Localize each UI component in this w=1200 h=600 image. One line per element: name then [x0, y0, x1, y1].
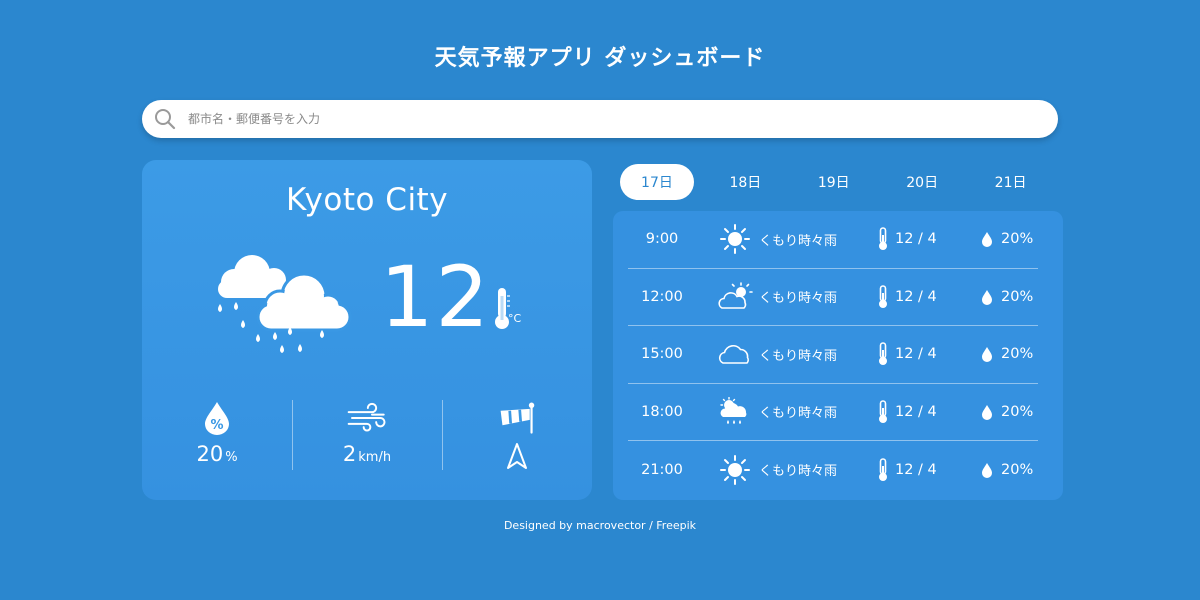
- forecast-rain-chance: 20%: [1001, 403, 1034, 420]
- navigation-arrow-icon: [506, 442, 528, 475]
- search-input[interactable]: [188, 104, 1028, 134]
- forecast-row: 12:00 くもり時々雨 12 / 4 20%: [628, 269, 1038, 326]
- humidity-stat: % 20%: [142, 400, 292, 472]
- forecast-temp: 12 / 4: [895, 461, 937, 478]
- thermometer-icon: °C: [494, 286, 522, 332]
- forecast-time: 21:00: [641, 461, 683, 478]
- forecast-rain-chance: 20%: [1001, 346, 1034, 363]
- forecast-temp: 12 / 4: [895, 288, 937, 305]
- forecast-time: 9:00: [645, 231, 679, 248]
- search-icon[interactable]: [154, 108, 176, 130]
- raindrop-icon: [981, 461, 995, 479]
- forecast-temp: 12 / 4: [895, 403, 937, 420]
- tab-day-20[interactable]: 20日: [885, 164, 959, 200]
- temperature-unit: °C: [508, 312, 522, 325]
- thermometer-icon: [877, 457, 891, 482]
- forecast-row: 9:00 くもり時々雨 12 / 4 20%: [628, 211, 1038, 269]
- raindrop-icon: [981, 288, 995, 306]
- footer-credit: Designed by macrovector / Freepik: [503, 519, 697, 532]
- forecast-rain-chance: 20%: [1001, 461, 1034, 478]
- svg-text:%: %: [210, 418, 223, 433]
- forecast-condition: くもり時々雨: [759, 348, 838, 364]
- city-name: Kyoto City: [285, 182, 449, 218]
- tab-day-18[interactable]: 18日: [708, 164, 782, 200]
- forecast-row: 15:00 くもり時々雨 12 / 4 20%: [628, 326, 1038, 384]
- wind-icon: [347, 400, 387, 436]
- tab-day-17[interactable]: 17日: [620, 164, 694, 200]
- search-bar[interactable]: [142, 100, 1058, 138]
- rain-cloud-icon: [212, 248, 352, 368]
- raindrop-icon: [981, 345, 995, 363]
- raindrop-icon: [981, 403, 995, 421]
- forecast-time: 12:00: [641, 288, 683, 305]
- sun-icon: [715, 224, 755, 255]
- wind-unit: km/h: [358, 450, 392, 465]
- forecast-temp: 12 / 4: [895, 231, 937, 248]
- humidity-icon: %: [197, 400, 237, 436]
- humidity-unit: %: [225, 450, 238, 465]
- hourly-forecast-panel: 9:00 くもり時々雨 12 / 4 20% 12:00 くもり時々雨 12 /…: [613, 211, 1063, 500]
- forecast-row: 18:00 くもり時々雨 12 / 4 20%: [628, 384, 1038, 441]
- forecast-condition: くもり時々雨: [759, 464, 838, 480]
- forecast-time: 18:00: [641, 403, 683, 420]
- current-temperature: 12: [380, 248, 491, 346]
- forecast-temp: 12 / 4: [895, 346, 937, 363]
- forecast-condition: くもり時々雨: [759, 291, 838, 307]
- wind-direction-stat: [442, 400, 592, 472]
- cloud-icon: [715, 339, 755, 369]
- forecast-condition: くもり時々雨: [759, 233, 838, 249]
- thermometer-icon: [877, 284, 891, 309]
- wind-value: 2: [342, 442, 357, 466]
- sun-rain-cloud-icon: [715, 396, 755, 427]
- windsock-icon: [497, 400, 537, 436]
- forecast-rain-chance: 20%: [1001, 231, 1034, 248]
- tab-day-21[interactable]: 21日: [974, 164, 1048, 200]
- forecast-rain-chance: 20%: [1001, 288, 1034, 305]
- raindrop-icon: [981, 230, 995, 248]
- wind-stat: 2 km/h: [292, 400, 442, 472]
- thermometer-icon: [877, 342, 891, 366]
- sun-cloud-icon: [715, 281, 755, 312]
- current-stats: % 20% 2 km/h: [142, 400, 592, 472]
- forecast-row: 21:00 くもり時々雨 12 / 4 20%: [628, 441, 1038, 499]
- forecast-condition: くもり時々雨: [759, 406, 838, 422]
- current-weather-card: Kyoto City 12 °C % 20 % 2 km/h: [142, 160, 592, 500]
- humidity-value: 20: [196, 442, 224, 466]
- page-title: 天気予報アプリ ダッシュボード: [434, 46, 766, 71]
- forecast-time: 15:00: [641, 346, 683, 363]
- day-tabs: 17日 18日 19日 20日 21日: [612, 164, 1062, 200]
- thermometer-icon: [877, 227, 891, 251]
- tab-day-19[interactable]: 19日: [797, 164, 871, 200]
- sun-icon: [715, 454, 755, 485]
- thermometer-icon: [877, 399, 891, 424]
